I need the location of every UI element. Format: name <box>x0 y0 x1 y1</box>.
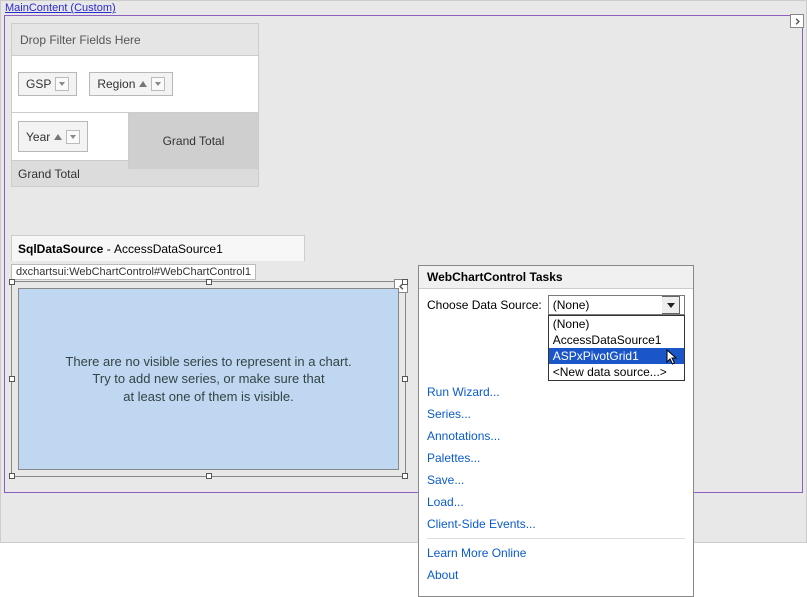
column-field-gsp-label: GSP <box>26 77 51 91</box>
datasource-type: SqlDataSource <box>18 242 103 256</box>
smart-tag-glyph-placeholder[interactable] <box>790 14 804 28</box>
smart-tasks-panel: WebChartControl Tasks Choose Data Source… <box>418 265 694 597</box>
pivot-grid[interactable]: Drop Filter Fields Here GSP Region Year <box>11 23 259 187</box>
option-none[interactable]: (None) <box>549 316 684 332</box>
resize-handle[interactable] <box>206 279 212 285</box>
link-annotations[interactable]: Annotations... <box>427 425 685 447</box>
resize-handle[interactable] <box>9 279 15 285</box>
choose-datasource-label: Choose Data Source: <box>427 298 542 312</box>
datasource-combo[interactable]: (None) (None) AccessDataSource1 ASPxPivo… <box>548 295 685 315</box>
resize-handle[interactable] <box>402 473 408 479</box>
datasource-name: AccessDataSource1 <box>114 242 223 256</box>
resize-handle[interactable] <box>9 473 15 479</box>
filter-placeholder-text: Drop Filter Fields Here <box>20 33 141 47</box>
resize-handle[interactable] <box>206 473 212 479</box>
combo-selected-value: (None) <box>553 298 590 312</box>
pivot-row-area[interactable]: Year Grand Total <box>12 112 258 160</box>
option-aspxpivotgrid1[interactable]: ASPxPivotGrid1 <box>549 348 684 364</box>
link-client-side-events[interactable]: Client-Side Events... <box>427 513 685 535</box>
row-field-year[interactable]: Year <box>18 121 88 152</box>
tasks-title: WebChartControl Tasks <box>419 266 693 289</box>
column-field-region[interactable]: Region <box>89 72 173 96</box>
dropdown-icon[interactable] <box>151 77 165 91</box>
sort-asc-icon <box>54 134 62 140</box>
link-learn-more-online[interactable]: Learn More Online <box>427 542 685 564</box>
webchartcontrol[interactable]: There are no visible series to represent… <box>11 281 406 477</box>
placeholder-label[interactable]: MainContent (Custom) <box>5 2 116 14</box>
link-palettes[interactable]: Palettes... <box>427 447 685 469</box>
option-new-datasource[interactable]: <New data source...> <box>549 364 684 380</box>
sort-asc-icon <box>139 81 147 87</box>
link-save[interactable]: Save... <box>427 469 685 491</box>
column-field-region-label: Region <box>97 77 135 91</box>
datasource-dropdown-list[interactable]: (None) AccessDataSource1 ASPxPivotGrid1 … <box>548 315 685 381</box>
link-series[interactable]: Series... <box>427 403 685 425</box>
link-run-wizard[interactable]: Run Wizard... <box>427 381 685 403</box>
pivot-filter-area[interactable]: Drop Filter Fields Here <box>12 24 258 56</box>
dropdown-icon[interactable] <box>66 130 80 144</box>
row-field-year-label: Year <box>26 130 50 144</box>
pivot-column-area[interactable]: GSP Region <box>12 56 258 112</box>
sqldatasource-block[interactable]: SqlDataSource - AccessDataSource1 <box>11 235 305 261</box>
chart-empty-message: There are no visible series to represent… <box>18 288 399 470</box>
chart-control-tag[interactable]: dxchartsui:WebChartControl#WebChartContr… <box>11 264 256 280</box>
designer-canvas: MainContent (Custom) Drop Filter Fields … <box>0 0 807 543</box>
resize-handle[interactable] <box>402 279 408 285</box>
option-accessdatasource1[interactable]: AccessDataSource1 <box>549 332 684 348</box>
chevron-down-icon[interactable] <box>662 296 680 314</box>
grand-total-column: Grand Total <box>128 113 258 169</box>
column-field-gsp[interactable]: GSP <box>18 72 77 96</box>
link-about[interactable]: About <box>427 564 685 586</box>
datasource-sep: - <box>103 242 114 256</box>
resize-handle[interactable] <box>9 376 15 382</box>
resize-handle[interactable] <box>402 376 408 382</box>
link-load[interactable]: Load... <box>427 491 685 513</box>
dropdown-icon[interactable] <box>55 77 69 91</box>
